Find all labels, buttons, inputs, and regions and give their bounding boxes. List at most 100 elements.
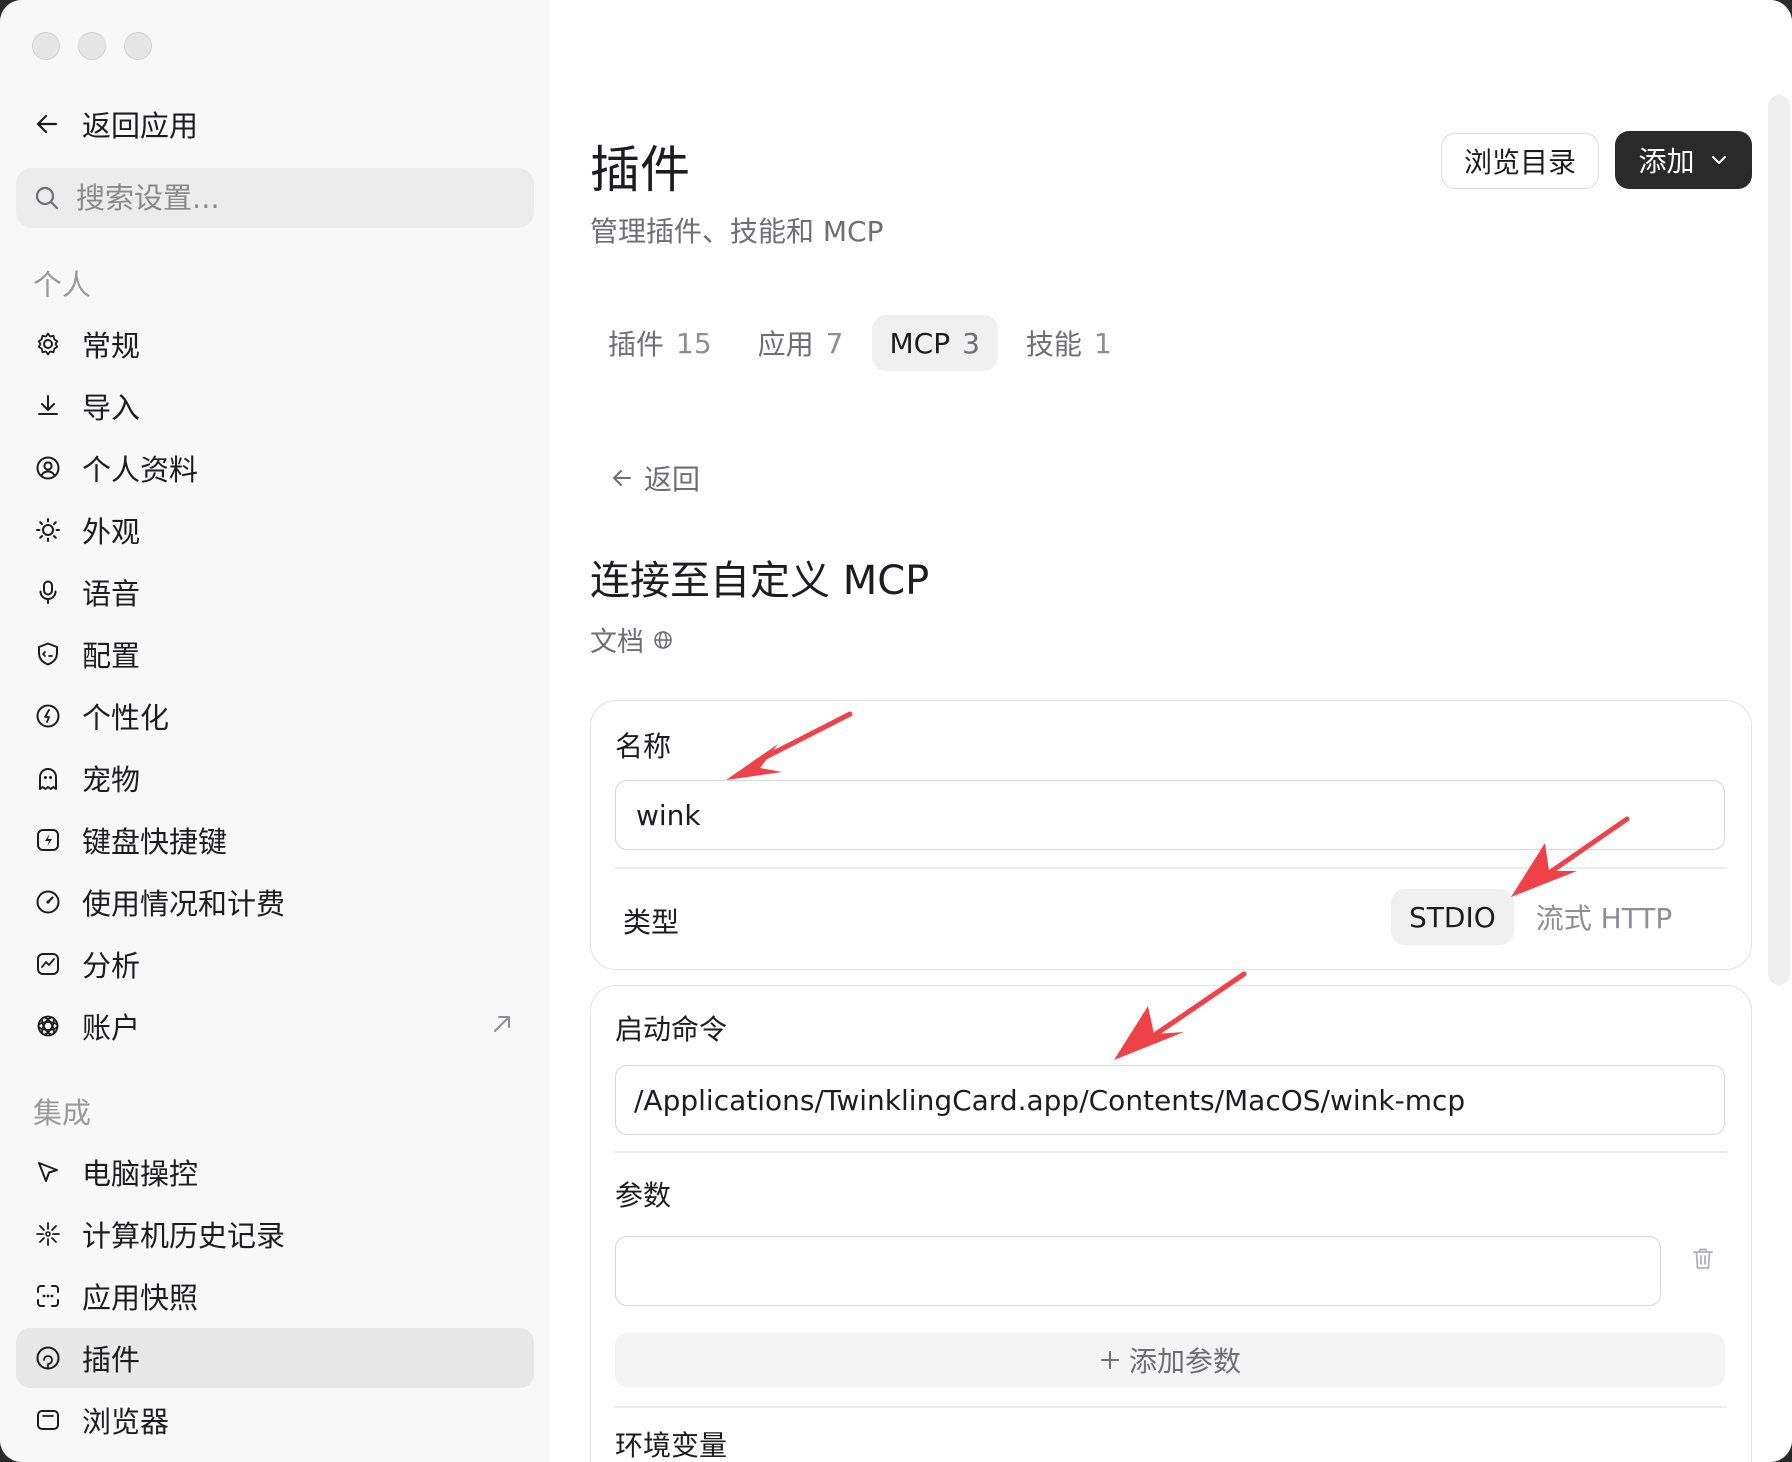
category-tabs: 插件 15 应用 7 MCP 3 技能 1 xyxy=(590,315,1130,371)
sidebar-item-general[interactable]: 常规 xyxy=(16,314,534,374)
tab-count: 3 xyxy=(962,326,980,360)
scrollbar[interactable] xyxy=(1768,95,1790,985)
sidebar-item-analytics[interactable]: 分析 xyxy=(16,934,534,994)
tab-label: MCP xyxy=(889,326,951,360)
sidebar-item-voice[interactable]: 语音 xyxy=(16,562,534,622)
burst-icon xyxy=(34,1220,62,1248)
env-vars-field-label: 环境变量 xyxy=(615,1429,728,1462)
person-circle-icon xyxy=(34,454,62,482)
search-input[interactable] xyxy=(76,181,496,215)
page-title: 插件 xyxy=(590,141,690,199)
sidebar-item-label: 插件 xyxy=(82,1343,141,1377)
tab-count: 7 xyxy=(825,326,844,360)
sidebar-item-label: 账户 xyxy=(82,1011,141,1045)
sidebar-item-import[interactable]: 导入 xyxy=(16,376,534,436)
ghost-icon xyxy=(34,764,62,792)
sidebar-item-browser[interactable]: 浏览器 xyxy=(16,1390,534,1450)
sidebar: 返回应用 个人 常规 导入 个人资料 外观 语音 配置 xyxy=(0,0,550,1462)
add-argument-button[interactable]: 添加参数 xyxy=(615,1333,1725,1387)
sidebar-item-label: 使用情况和计费 xyxy=(82,887,286,921)
minimize-window-button[interactable] xyxy=(78,32,106,60)
sidebar-item-config[interactable]: 配置 xyxy=(16,624,534,684)
sidebar-item-label: 常规 xyxy=(82,329,141,363)
sidebar-item-computer-control[interactable]: 电脑操控 xyxy=(16,1142,534,1202)
sidebar-item-label: 应用快照 xyxy=(82,1281,199,1315)
sidebar-item-app-snapshot[interactable]: 应用快照 xyxy=(16,1266,534,1326)
add-dropdown-button[interactable]: 添加 xyxy=(1615,131,1752,189)
sidebar-item-usage-billing[interactable]: 使用情况和计费 xyxy=(16,872,534,932)
name-type-card: 名称 wink 类型 STDIO 流式 HTTP xyxy=(590,700,1752,970)
docs-link[interactable]: 文档 xyxy=(590,620,674,659)
close-window-button[interactable] xyxy=(32,32,60,60)
plugin-icon xyxy=(34,1344,62,1372)
arrow-left-icon xyxy=(613,470,631,486)
sidebar-item-personalization[interactable]: 个性化 xyxy=(16,686,534,746)
lightning-box-icon xyxy=(34,826,62,854)
divider xyxy=(615,1151,1727,1153)
trash-icon[interactable] xyxy=(1691,1246,1715,1272)
tab-apps[interactable]: 应用 7 xyxy=(740,315,862,371)
tab-count: 15 xyxy=(676,326,712,360)
section-personal-label: 个人 xyxy=(33,268,92,302)
sidebar-item-label: 个人资料 xyxy=(82,453,199,487)
sidebar-item-label: 导入 xyxy=(82,391,141,425)
tab-label: 插件 xyxy=(608,328,665,361)
chevron-down-icon xyxy=(1711,156,1726,164)
type-option-stdio[interactable]: STDIO xyxy=(1391,889,1514,945)
transport-type-selector: STDIO 流式 HTTP xyxy=(1391,889,1690,945)
sidebar-item-profile[interactable]: 个人资料 xyxy=(16,438,534,498)
zoom-window-button[interactable] xyxy=(124,32,152,60)
sidebar-item-label: 分析 xyxy=(82,949,141,983)
gear-icon xyxy=(34,330,62,358)
sidebar-item-label: 电脑操控 xyxy=(82,1157,199,1191)
tab-plugins[interactable]: 插件 15 xyxy=(590,315,730,371)
type-option-streamable-http[interactable]: 流式 HTTP xyxy=(1518,889,1691,945)
screenshot-frame-icon xyxy=(34,1282,62,1310)
gauge-icon xyxy=(34,888,62,916)
settings-window: 返回应用 个人 常规 导入 个人资料 外观 语音 配置 xyxy=(0,0,1792,1462)
add-button-label: 添加 xyxy=(1638,145,1695,178)
command-field-label: 启动命令 xyxy=(615,1013,728,1046)
sidebar-item-plugins[interactable]: 插件 xyxy=(16,1328,534,1388)
sidebar-item-computer-history[interactable]: 计算机历史记录 xyxy=(16,1204,534,1264)
sidebar-item-label: 宠物 xyxy=(82,763,141,797)
back-to-app-button[interactable]: 返回应用 xyxy=(34,100,198,148)
sidebar-item-label: 计算机历史记录 xyxy=(82,1219,286,1253)
tab-skills[interactable]: 技能 1 xyxy=(1008,315,1130,371)
tab-mcp[interactable]: MCP 3 xyxy=(871,315,998,371)
external-link-icon xyxy=(494,1016,510,1032)
sidebar-item-pet[interactable]: 宠物 xyxy=(16,748,534,808)
sidebar-item-label: 键盘快捷键 xyxy=(82,825,228,859)
arg-input[interactable] xyxy=(615,1236,1661,1306)
chart-box-icon xyxy=(34,950,62,978)
plus-icon xyxy=(1100,1351,1119,1369)
add-argument-label: 添加参数 xyxy=(1128,1345,1241,1378)
search-icon xyxy=(35,186,59,210)
arrow-left-icon xyxy=(36,114,58,134)
section-heading: 连接至自定义 MCP xyxy=(590,558,930,604)
back-link[interactable]: 返回 xyxy=(610,458,700,498)
sidebar-item-label: 配置 xyxy=(82,639,141,673)
sun-icon xyxy=(34,516,62,544)
globe-icon xyxy=(654,630,672,649)
tab-label: 应用 xyxy=(757,328,814,361)
sidebar-item-label: 语音 xyxy=(82,577,141,611)
microphone-icon xyxy=(34,578,62,606)
cursor-icon xyxy=(34,1158,62,1186)
command-input[interactable]: /Applications/TwinklingCard.app/Contents… xyxy=(615,1065,1725,1135)
divider xyxy=(615,1406,1727,1408)
sidebar-item-account[interactable]: 账户 xyxy=(16,996,534,1056)
docs-link-label: 文档 xyxy=(590,627,644,658)
browser-window-icon xyxy=(34,1406,62,1434)
sidebar-item-appearance[interactable]: 外观 xyxy=(16,500,534,560)
sidebar-item-shortcuts[interactable]: 键盘快捷键 xyxy=(16,810,534,870)
browse-catalog-button[interactable]: 浏览目录 xyxy=(1441,133,1599,189)
download-icon xyxy=(34,392,62,420)
name-input[interactable]: wink xyxy=(615,780,1725,850)
command-card: 启动命令 /Applications/TwinklingCard.app/Con… xyxy=(590,985,1752,1462)
args-field-label: 参数 xyxy=(615,1179,672,1212)
back-to-app-label: 返回应用 xyxy=(82,109,199,143)
sidebar-item-label: 个性化 xyxy=(82,701,170,735)
settings-search[interactable] xyxy=(16,168,534,228)
section-integrations-label: 集成 xyxy=(33,1096,92,1130)
